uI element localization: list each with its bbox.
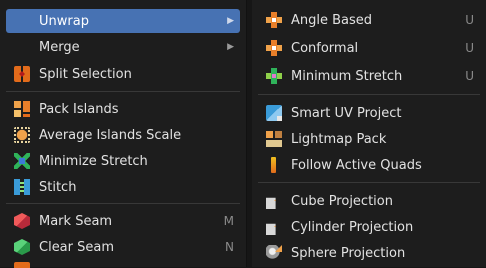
lightmap-pack-icon [266,131,282,147]
menu-item-label: Conformal [291,40,359,56]
average-islands-scale-icon [14,127,30,143]
menu-item-label: Lightmap Pack [291,131,387,147]
menu-item-label: Pack Islands [39,101,119,117]
follow-active-quads-icon [271,157,276,173]
menu-item-label: Minimum Stretch [291,68,403,84]
menu-item-label: Follow Active Quads [291,157,422,173]
menu-separator [6,203,240,204]
menu-item-label: Split Selection [39,66,132,82]
minimize-stretch-icon [14,153,30,169]
menu-item-minimum-stretch[interactable]: Minimum Stretch U [258,64,480,88]
sphere-projection-icon [266,245,282,261]
menu-item-label: Cube Projection [291,193,393,209]
shortcut-label: U [465,69,474,83]
submenu-arrow-icon: ▶ [227,42,234,52]
pack-islands-icon [14,101,30,117]
menu-item-label: Stitch [39,179,77,195]
menu-item-label: Angle Based [291,12,373,28]
mark-seam-icon [14,213,30,229]
menu-item-smart-uv-project[interactable]: Smart UV Project [258,101,480,125]
shortcut-label: M [223,214,234,228]
menu-item-label: Clear Seam [39,239,115,255]
cylinder-projection-icon [266,223,276,235]
menu-item-label: Cylinder Projection [291,219,414,235]
menu-item-label: Average Islands Scale [39,127,182,143]
menu-item-merge[interactable]: Merge ▶ [6,35,240,59]
menu-item-label: Sphere Projection [291,245,406,261]
menu-item-conformal[interactable]: Conformal U [258,36,480,60]
clear-seam-icon [14,239,30,255]
smart-uv-project-icon [266,105,282,121]
menu-item-clear-seam[interactable]: Clear Seam N [6,235,240,259]
menu-item-follow-active-quads[interactable]: Follow Active Quads [258,153,480,177]
menu-item-angle-based[interactable]: Angle Based U [258,8,480,32]
menu-separator [6,91,240,92]
menu-item-cylinder-projection[interactable]: Cylinder Projection [258,215,480,239]
conformal-icon [266,40,282,56]
menu-item-mark-seam[interactable]: Mark Seam M [6,209,240,233]
menu-item-sphere-projection[interactable]: Sphere Projection [258,241,480,265]
menu-item-label: Unwrap [39,13,89,29]
menu-item-label: Minimize Stretch [39,153,148,169]
next-item-icon-partial [14,262,30,268]
stitch-icon [14,179,30,195]
menu-item-minimize-stretch[interactable]: Minimize Stretch [6,149,240,173]
menu-item-unwrap[interactable]: Unwrap ▶ [6,9,240,33]
submenu-arrow-icon: ▶ [227,16,234,26]
cube-projection-icon [266,197,276,209]
shortcut-label: U [465,41,474,55]
uv-menu: Unwrap ▶ Merge ▶ Split Selection Pack Is… [0,0,247,268]
menu-item-label: Mark Seam [39,213,113,229]
shortcut-label: U [465,13,474,27]
angle-based-icon [266,12,282,28]
unwrap-submenu: Angle Based U Conformal U Minimum Stretc… [252,0,486,267]
menu-item-split-selection[interactable]: Split Selection [6,62,240,86]
menu-separator [258,94,480,95]
menu-separator [258,182,480,183]
shortcut-label: N [225,240,234,254]
menu-item-label: Merge [39,39,80,55]
split-selection-icon [14,66,30,82]
menu-item-average-islands-scale[interactable]: Average Islands Scale [6,123,240,147]
menu-item-stitch[interactable]: Stitch [6,175,240,199]
menu-item-label: Smart UV Project [291,105,402,121]
minimum-stretch-icon [266,68,282,84]
menu-item-lightmap-pack[interactable]: Lightmap Pack [258,127,480,151]
menu-item-cube-projection[interactable]: Cube Projection [258,189,480,213]
menu-item-pack-islands[interactable]: Pack Islands [6,97,240,121]
